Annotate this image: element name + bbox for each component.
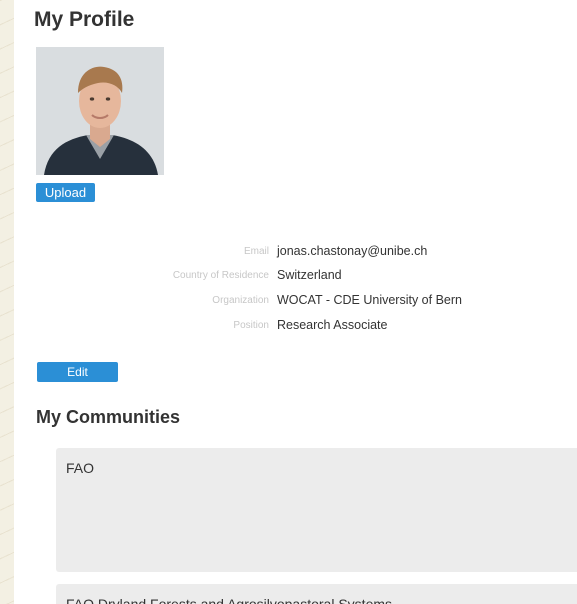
- country-label: Country of Residence: [172, 270, 269, 281]
- profile-photo: [36, 47, 164, 175]
- community-card[interactable]: FAO Dryland Forests and Agrosilvopastora…: [56, 584, 577, 604]
- community-card[interactable]: FAO: [56, 448, 577, 572]
- info-row-position: Position: [14, 318, 277, 336]
- edit-button[interactable]: Edit: [37, 362, 118, 382]
- info-row-organization: Organization: [14, 293, 277, 311]
- position-value: Research Associate: [277, 318, 388, 332]
- country-value: Switzerland: [277, 268, 342, 282]
- avatar-image: [36, 47, 164, 175]
- position-label: Position: [233, 320, 269, 331]
- upload-button[interactable]: Upload: [36, 183, 95, 202]
- info-row-country: Country of Residence: [14, 268, 277, 286]
- community-name[interactable]: FAO Dryland Forests and Agrosilvopastora…: [66, 596, 392, 604]
- profile-panel: My Profile Upload Email jonas.chastonay@…: [14, 0, 577, 604]
- organization-label: Organization: [212, 295, 269, 306]
- email-label: Email: [243, 246, 269, 257]
- info-row-email: Email: [14, 244, 277, 262]
- email-value: jonas.chastonay@unibe.ch: [277, 244, 428, 258]
- organization-value: WOCAT - CDE University of Bern: [277, 293, 462, 307]
- page-title: My Profile: [34, 8, 135, 31]
- community-name[interactable]: FAO: [66, 460, 94, 476]
- communities-title: My Communities: [36, 407, 181, 427]
